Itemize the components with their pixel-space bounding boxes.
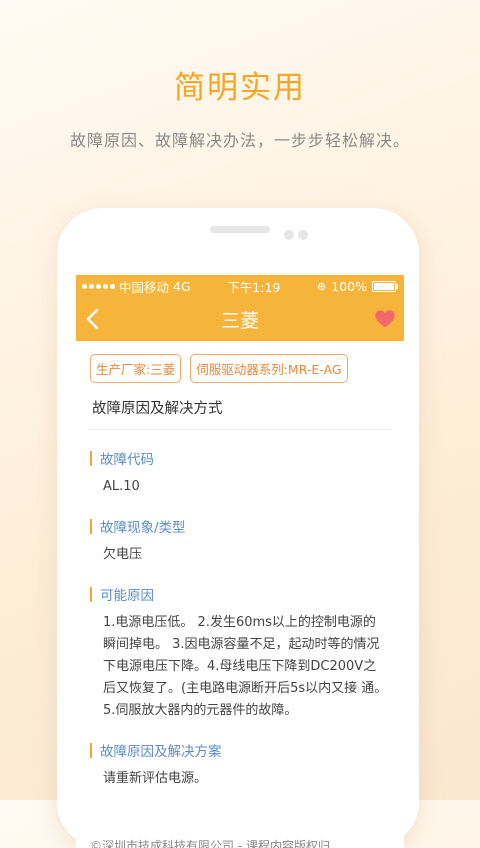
solution-label: 故障原因及解决方案: [90, 740, 390, 760]
app-screen: 中国移动 4G 下午1:19 ⊕ 100% 三菱 生产厂家:三菱 伺服驱动器系列…: [76, 275, 404, 848]
detail-content: 生产厂家:三菱 伺服驱动器系列:MR-E-AG 故障原因及解决方式 故障代码 A…: [76, 341, 404, 790]
solution-value: 请重新评估电源。: [103, 771, 208, 786]
page-title: 三菱: [220, 309, 259, 332]
fault-code-label: 故障代码: [90, 448, 390, 468]
series-tag[interactable]: 伺服驱动器系列:MR-E-AG: [190, 354, 348, 383]
battery-percent: 100%: [331, 278, 367, 294]
possible-cause-label: 可能原因: [90, 584, 390, 604]
manufacturer-tag[interactable]: 生产厂家:三菱: [90, 354, 182, 383]
back-icon[interactable]: [82, 307, 106, 331]
promo-subtitle: 故障原因、故障解决办法，一步步轻松解决。: [69, 131, 410, 150]
network-type: 4G: [173, 278, 191, 294]
copyright-footer: ©深圳市技成科技有限公司 - 课程内容版权归: [90, 839, 330, 848]
phone-speaker: [210, 226, 270, 233]
fault-code-value: AL.10: [103, 479, 140, 494]
favorite-heart-icon[interactable]: [374, 308, 396, 330]
carrier-name: 中国移动: [119, 279, 170, 295]
promo-title: 简明实用: [174, 70, 306, 106]
phone-mockup: 中国移动 4G 下午1:19 ⊕ 100% 三菱 生产厂家:三菱 伺服驱动器系列…: [57, 208, 419, 848]
status-bar: 中国移动 4G 下午1:19 ⊕ 100%: [76, 275, 404, 297]
nav-bar: 三菱: [76, 297, 404, 341]
fault-type-label: 故障现象/类型: [90, 516, 390, 536]
rotation-lock-icon: ⊕: [317, 279, 327, 293]
possible-cause-value: 1.电源电压低。 2.发生60ms以上的控制电源的瞬间掉电。 3.因电源容量不足…: [103, 615, 388, 718]
phone-camera-dot: [284, 230, 294, 240]
signal-strength-icon: [82, 283, 115, 289]
fault-type-value: 欠电压: [103, 547, 143, 562]
tag-row: 生产厂家:三菱 伺服驱动器系列:MR-E-AG: [90, 341, 390, 383]
section-title: 故障原因及解决方式: [90, 397, 390, 430]
battery-icon: [371, 280, 398, 292]
phone-sensor-dot: [298, 230, 308, 240]
status-time: 下午1:19: [227, 279, 281, 295]
